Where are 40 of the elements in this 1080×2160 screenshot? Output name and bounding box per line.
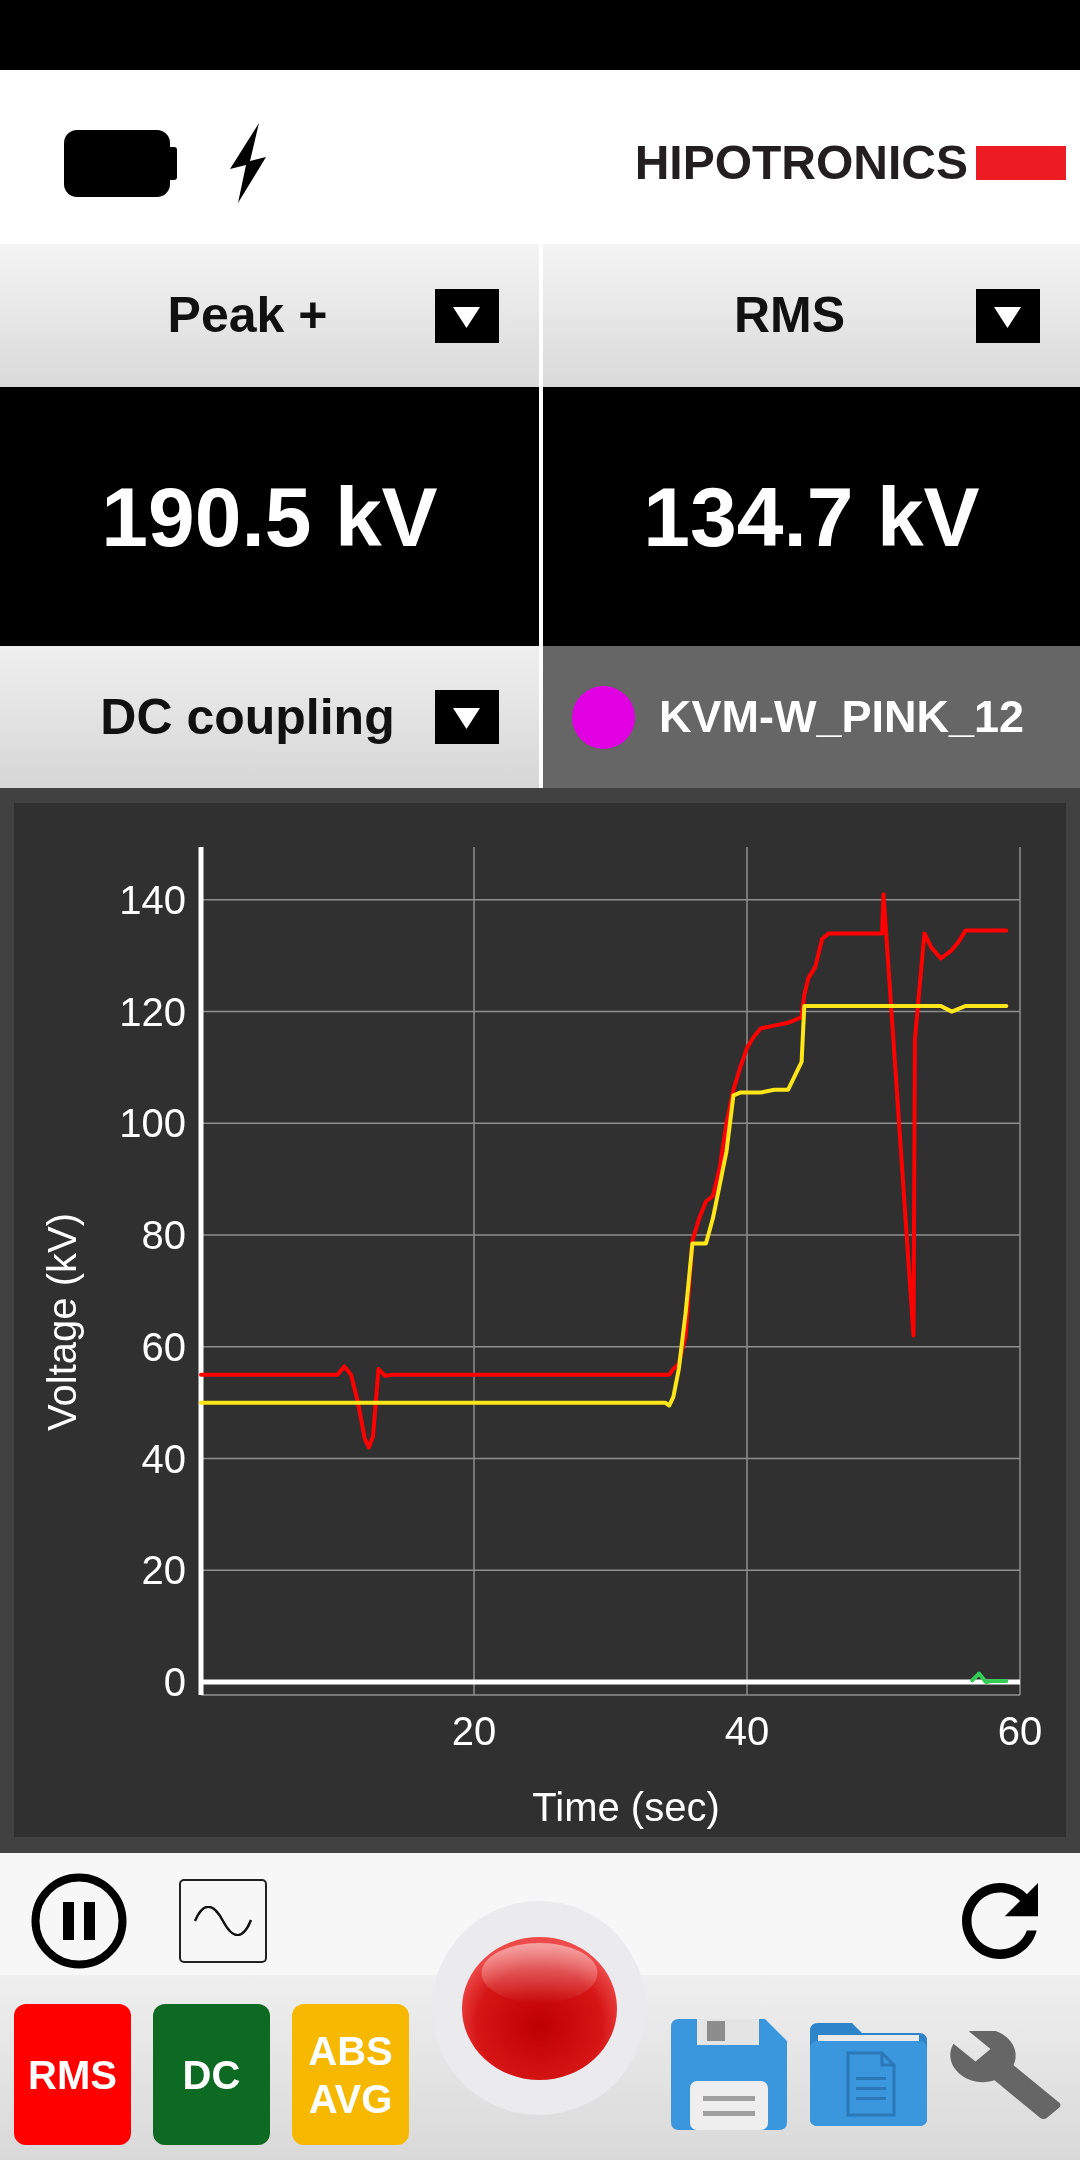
logo-text: HIPOTRONICS [634,139,968,187]
settings-button[interactable] [950,2030,1061,2119]
x-tick-label: 20 [451,1709,497,1753]
y-tick-label: 40 [141,1436,186,1481]
save-button[interactable] [671,2019,787,2130]
refresh-icon [960,1883,1040,1959]
battery-icon [64,129,177,197]
coupling-dropdown[interactable]: DC coupling [0,646,539,788]
logo-block-icon [976,146,1066,180]
refresh-button[interactable] [960,1883,1040,1959]
mode-button[interactable]: DC [153,2004,270,2145]
y-tick-label: 60 [141,1324,186,1369]
dropdown-icon [976,288,1040,343]
sine-wave-icon [193,1906,253,1936]
dropdown-icon [435,690,499,744]
record-icon [461,1936,617,2080]
measurement-dropdown[interactable]: RMS [543,244,1080,387]
folder-document-icon [810,2023,927,2126]
readout-value: 134.7 kV [643,474,980,559]
pause-button[interactable] [31,1873,127,1969]
y-tick-label: 120 [119,989,186,1034]
wrench-icon [950,2030,1061,2119]
folder-button[interactable] [810,2023,927,2126]
probe-selector[interactable]: KVM-W_PINK_12 [543,646,1080,788]
readout-value: 190.5 kV [101,474,438,559]
dropdown-icon [435,288,499,343]
y-axis-title: Voltage (kV) [40,1213,84,1431]
lightning-bolt-icon [229,123,267,203]
x-tick-label: 40 [724,1709,770,1753]
waveform-button[interactable] [179,1879,267,1963]
y-tick-label: 140 [119,877,186,922]
y-tick-label: 20 [141,1548,186,1593]
x-tick-label: 60 [997,1709,1043,1753]
y-tick-label: 0 [163,1660,186,1704]
pause-icon [31,1873,127,1969]
mode-button[interactable]: RMS [14,2004,131,2145]
y-tick-label: 80 [141,1213,186,1258]
x-axis-title: Time (sec) [532,1785,720,1829]
measurement-dropdown[interactable]: Peak + [0,244,539,387]
y-tick-label: 100 [119,1101,186,1146]
